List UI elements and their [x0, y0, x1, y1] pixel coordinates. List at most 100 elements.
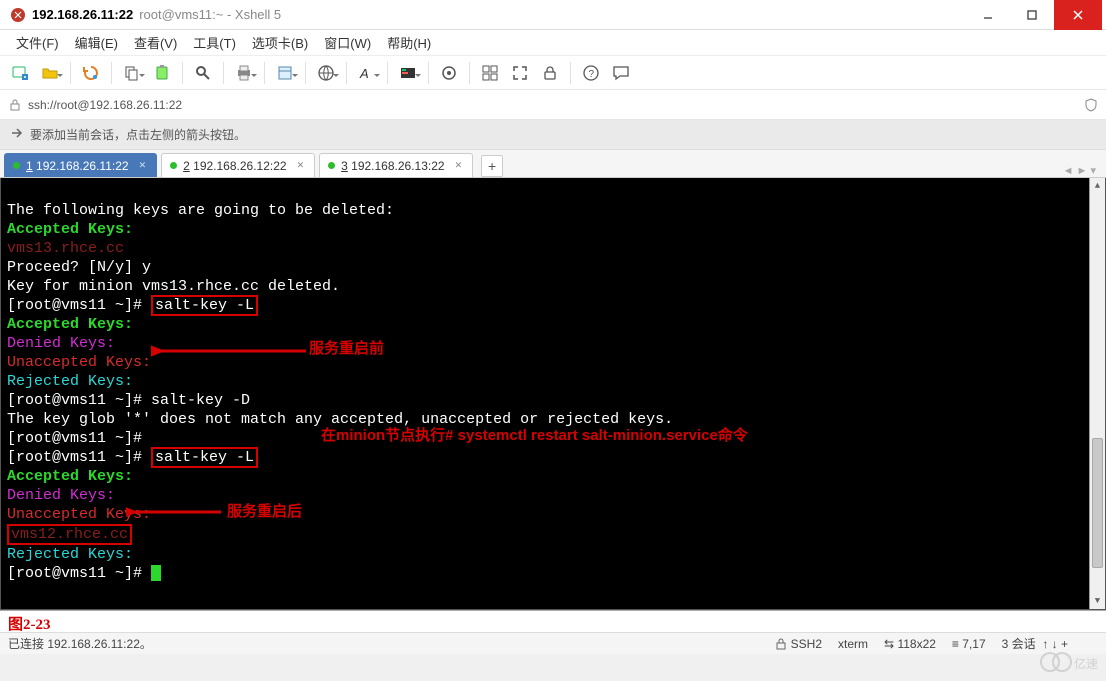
scroll-up-icon[interactable]: ▲: [1090, 178, 1105, 194]
reconnect-icon[interactable]: [77, 60, 105, 86]
scrollbar[interactable]: ▲ ▼: [1089, 178, 1105, 609]
term-accepted-keys: Accepted Keys:: [7, 221, 133, 238]
tab-2-label: 192.168.26.12:22: [193, 159, 286, 173]
svg-text:A: A: [359, 66, 369, 81]
svg-text:亿速: 亿速: [1074, 656, 1098, 671]
annotation-before-restart: 服务重启前: [309, 339, 384, 358]
address-bar: ssh://root@192.168.26.11:22: [0, 90, 1106, 120]
menu-window[interactable]: 窗口(W): [316, 33, 379, 52]
new-session-icon[interactable]: [6, 60, 34, 86]
tab-3[interactable]: 3 192.168.26.13:22 ✕: [319, 153, 473, 177]
annotation-arrow-1: [151, 342, 311, 360]
term-denied-keys: Denied Keys:: [7, 487, 115, 504]
term-prompt: [root@vms11 ~]#: [7, 565, 151, 582]
term-line: The key glob '*' does not match any acce…: [7, 411, 673, 428]
scroll-down-icon[interactable]: ▼: [1090, 593, 1105, 609]
term-unaccepted-keys: Unaccepted Keys:: [7, 354, 151, 371]
term-line: Key for minion vms13.rhce.cc deleted.: [7, 278, 340, 295]
window-title: 192.168.26.11:22: [32, 7, 133, 22]
annotation-restart-command: 在minion节点执行# systemctl restart salt-mini…: [321, 426, 748, 445]
find-icon[interactable]: [189, 60, 217, 86]
svg-text:?: ?: [589, 69, 595, 80]
term-rejected-keys: Rejected Keys:: [7, 373, 133, 390]
tab-2-close-icon[interactable]: ✕: [297, 160, 305, 171]
copy-icon[interactable]: [118, 60, 146, 86]
lock-icon[interactable]: [536, 60, 564, 86]
font-icon[interactable]: A: [353, 60, 381, 86]
tab-3-label: 192.168.26.13:22: [351, 159, 444, 173]
tab-2-num: 2: [183, 159, 190, 173]
properties-icon[interactable]: [271, 60, 299, 86]
menu-view[interactable]: 查看(V): [126, 33, 185, 52]
term-prompt: [root@vms11 ~]#: [7, 430, 142, 447]
app-icon: [10, 7, 26, 23]
tab-scroll-arrows[interactable]: ◄ ► ▾: [1063, 164, 1102, 177]
chat-icon[interactable]: [607, 60, 635, 86]
term-hostname-boxed: vms12.rhce.cc: [7, 524, 132, 545]
term-line: Proceed? [N/y] y: [7, 259, 151, 276]
status-position: ≡ 7,17: [952, 637, 986, 651]
term-unaccepted-keys: Unaccepted Keys:: [7, 506, 151, 523]
menu-edit[interactable]: 编辑(E): [67, 33, 126, 52]
status-bar: 已连接 192.168.26.11:22。 SSH2 xterm ⇆ 118x2…: [0, 632, 1106, 654]
term-command-boxed: salt-key -L: [151, 295, 258, 316]
tab-strip: 1 192.168.26.11:22 ✕ 2 192.168.26.12:22 …: [0, 150, 1106, 178]
color-scheme-icon[interactable]: [394, 60, 422, 86]
tab-1[interactable]: 1 192.168.26.11:22 ✕: [4, 153, 157, 177]
tab-status-dot: [13, 162, 20, 169]
scroll-thumb[interactable]: [1092, 438, 1103, 568]
figure-label: 图2-23: [0, 610, 1106, 632]
term-denied-keys: Denied Keys:: [7, 335, 115, 352]
status-connection: 已连接 192.168.26.11:22。: [8, 635, 152, 652]
term-rejected-keys: Rejected Keys:: [7, 546, 133, 563]
terminal[interactable]: The following keys are going to be delet…: [0, 178, 1106, 610]
close-button[interactable]: [1054, 0, 1102, 30]
hint-text: 要添加当前会话，点击左侧的箭头按钮。: [30, 126, 246, 143]
minimize-button[interactable]: [966, 0, 1010, 30]
menu-bar: 文件(F) 编辑(E) 查看(V) 工具(T) 选项卡(B) 窗口(W) 帮助(…: [0, 30, 1106, 56]
hint-arrow-icon[interactable]: [10, 126, 30, 143]
status-termtype: xterm: [838, 637, 868, 651]
tab-status-dot: [328, 162, 335, 169]
term-line: The following keys are going to be delet…: [7, 202, 394, 219]
tab-2[interactable]: 2 192.168.26.12:22 ✕: [161, 153, 315, 177]
term-prompt: [root@vms11 ~]#: [7, 449, 151, 466]
print-icon[interactable]: [230, 60, 258, 86]
status-size: ⇆ 118x22: [884, 637, 936, 651]
fullscreen-icon[interactable]: [506, 60, 534, 86]
menu-file[interactable]: 文件(F): [8, 33, 67, 52]
menu-help[interactable]: 帮助(H): [379, 33, 439, 52]
paste-icon[interactable]: [148, 60, 176, 86]
lock-icon: [775, 638, 787, 650]
term-command: salt-key -D: [151, 392, 250, 409]
term-command-boxed: salt-key -L: [151, 447, 258, 468]
term-prompt: [root@vms11 ~]#: [7, 297, 151, 314]
menu-tools[interactable]: 工具(T): [185, 33, 244, 52]
title-bar: 192.168.26.11:22 root@vms11:~ - Xshell 5: [0, 0, 1106, 30]
lock-indicator-icon: [8, 98, 22, 112]
open-session-icon[interactable]: [36, 60, 64, 86]
encoding-icon[interactable]: [312, 60, 340, 86]
tab-3-num: 3: [341, 159, 348, 173]
cursor: [151, 565, 161, 581]
annotation-after-restart: 服务重启后: [227, 502, 302, 521]
maximize-button[interactable]: [1010, 0, 1054, 30]
toolbar: A ?: [0, 56, 1106, 90]
tab-1-close-icon[interactable]: ✕: [139, 160, 147, 171]
script-icon[interactable]: [435, 60, 463, 86]
window-subtitle: root@vms11:~ - Xshell 5: [139, 7, 281, 22]
term-accepted-keys: Accepted Keys:: [7, 468, 133, 485]
help-icon[interactable]: ?: [577, 60, 605, 86]
tab-1-num: 1: [26, 159, 33, 173]
tab-status-dot: [170, 162, 177, 169]
tab-3-close-icon[interactable]: ✕: [455, 160, 463, 171]
term-accepted-keys: Accepted Keys:: [7, 316, 133, 333]
new-tab-button[interactable]: +: [481, 155, 503, 177]
term-prompt: [root@vms11 ~]#: [7, 392, 151, 409]
hint-bar: 要添加当前会话，点击左侧的箭头按钮。: [0, 120, 1106, 150]
status-sessions: 3 会话 ↑ ↓ +: [1002, 635, 1068, 652]
tile-icon[interactable]: [476, 60, 504, 86]
security-shield-icon[interactable]: [1084, 98, 1098, 112]
address-url[interactable]: ssh://root@192.168.26.11:22: [28, 98, 182, 112]
menu-tabs[interactable]: 选项卡(B): [244, 33, 316, 52]
